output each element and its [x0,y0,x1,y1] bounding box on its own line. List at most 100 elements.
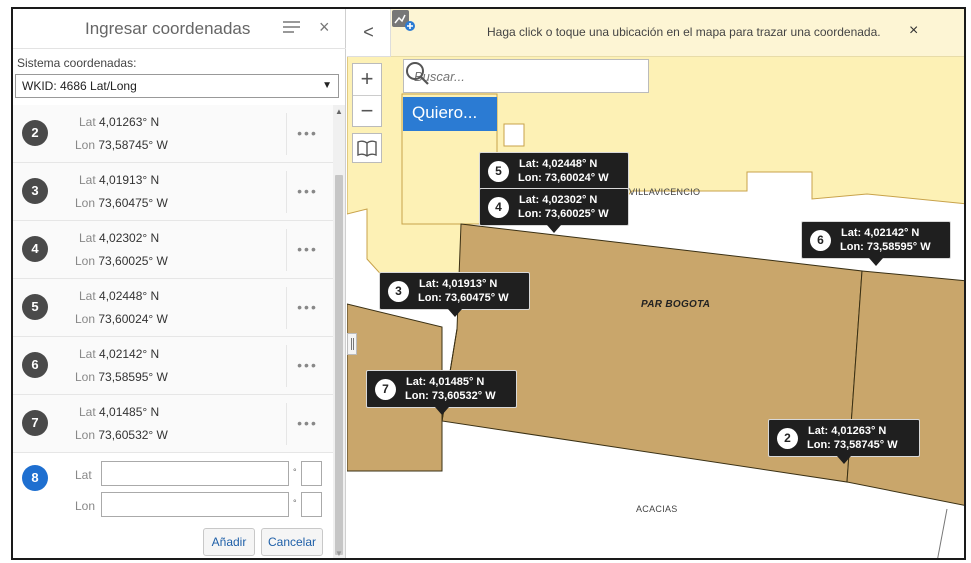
latitude-text: Lat 4,02448° N [79,289,160,303]
coordinate-system-value: WKID: 4686 Lat/Long [22,79,137,93]
longitude-text: Lon 73,60024° W [75,312,168,326]
close-banner-button[interactable]: × [909,22,918,40]
pin-longitude: Lon: 73,58595° W [840,241,931,253]
panel-splitter-handle[interactable] [347,333,357,355]
coordinate-row[interactable]: 4 Lat 4,02302° N Lon 73,60025° W ••• [13,221,333,279]
menu-icon[interactable] [283,21,300,35]
lon-input-label: Lon [75,499,96,513]
scroll-thumb[interactable] [335,175,343,555]
more-options-button[interactable]: ••• [286,171,328,213]
urban-gap [503,123,525,147]
cancel-button[interactable]: Cancelar [261,528,323,556]
map-view[interactable]: VILLAVICENCIO PAR BOGOTA ACACIAS < Haga … [347,9,964,558]
longitude-text: Lon 73,60532° W [75,428,168,442]
more-options-button[interactable]: ••• [286,345,328,387]
zoom-in-button[interactable]: + [353,64,381,95]
coordinate-row[interactable]: 5 Lat 4,02448° N Lon 73,60024° W ••• [13,279,333,337]
book-icon [357,140,377,157]
zoom-control: + − [352,63,382,127]
coordinate-system-select[interactable]: WKID: 4686 Lat/Long ▼ [15,74,339,98]
point-number-badge: 2 [22,120,48,146]
map-point-pin-5[interactable]: 5 Lat: 4,02448° N Lon: 73,60024° W [479,152,629,197]
pin-latitude: Lat: 4,01913° N [419,278,498,290]
pin-longitude: Lon: 73,60024° W [518,172,609,184]
coordinates-panel: Ingresar coordenadas × Sistema coordenad… [13,9,346,558]
pin-number: 3 [388,281,409,302]
latitude-text: Lat 4,02302° N [79,231,160,245]
coordinate-list: 2 Lat 4,01263° N Lon 73,58745° W ••• 3 L… [13,105,333,453]
longitude-text: Lon 73,58745° W [75,138,168,152]
map-point-pin-3[interactable]: 3 Lat: 4,01913° N Lon: 73,60475° W [379,272,530,317]
parcel-polygon-right [846,270,964,506]
longitude-hemisphere-field[interactable] [301,492,322,517]
point-number-badge: 3 [22,178,48,204]
pin-pointer [547,225,561,233]
pin-longitude: Lon: 73,58745° W [807,439,898,451]
search-box [403,59,649,93]
pin-number: 5 [488,161,509,182]
longitude-text: Lon 73,58595° W [75,370,168,384]
point-number-badge: 4 [22,236,48,262]
pin-latitude: Lat: 4,01485° N [406,376,485,388]
chevron-down-icon: ▼ [322,80,332,91]
pin-number: 4 [488,197,509,218]
new-point-number-badge: 8 [22,465,48,491]
coordinate-row[interactable]: 2 Lat 4,01263° N Lon 73,58745° W ••• [13,105,333,163]
map-instruction-text: Haga click o toque una ubicación en el m… [487,25,881,39]
pin-latitude: Lat: 4,02142° N [841,227,920,239]
add-button[interactable]: Añadir [203,528,255,556]
longitude-text: Lon 73,60475° W [75,196,168,210]
map-point-pin-7[interactable]: 7 Lat: 4,01485° N Lon: 73,60532° W [366,370,517,415]
longitude-input[interactable] [101,492,289,517]
coordinate-row[interactable]: 6 Lat 4,02142° N Lon 73,58595° W ••• [13,337,333,395]
map-label-acacias: ACACIAS [636,504,678,514]
latitude-input[interactable] [101,461,289,486]
close-panel-button[interactable]: × [319,17,330,38]
latitude-text: Lat 4,01485° N [79,405,160,419]
panel-title: Ingresar coordenadas [85,19,251,38]
pin-pointer [869,258,883,266]
search-input[interactable] [404,60,614,92]
pin-number: 6 [810,230,831,251]
map-label-par-bogota: PAR BOGOTA [641,299,711,310]
map-point-pin-6[interactable]: 6 Lat: 4,02142° N Lon: 73,58595° W [801,221,951,266]
more-options-button[interactable]: ••• [286,113,328,155]
point-number-badge: 6 [22,352,48,378]
pin-pointer [837,456,851,464]
zoom-out-button[interactable]: − [353,95,381,126]
pin-latitude: Lat: 4,02448° N [519,158,598,170]
point-number-badge: 5 [22,294,48,320]
coordinate-system-label: Sistema coordenadas: [17,56,137,70]
pin-number: 2 [777,428,798,449]
parcel-boundary [937,508,948,558]
add-point-icon [392,10,415,31]
latitude-hemisphere-field[interactable] [301,461,322,486]
degree-symbol: ° [293,498,297,508]
bookmarks-button[interactable] [352,133,382,163]
new-coordinate-form: 8 Lat ° Lon ° Añadir Cancelar [13,453,333,558]
coordinate-row[interactable]: 7 Lat 4,01485° N Lon 73,60532° W ••• [13,395,333,453]
panel-scrollbar[interactable]: ▲ ▼ [333,105,345,558]
pin-longitude: Lon: 73,60025° W [518,208,609,220]
map-instruction-banner: Haga click o toque una ubicación en el m… [391,9,964,57]
more-options-button[interactable]: ••• [286,229,328,271]
quiero-menu-button[interactable]: Quiero... [403,97,497,131]
pin-pointer [447,309,462,317]
coordinate-row[interactable]: 3 Lat 4,01913° N Lon 73,60475° W ••• [13,163,333,221]
point-number-badge: 7 [22,410,48,436]
pin-pointer [434,407,449,415]
map-label-villavicencio: VILLAVICENCIO [629,187,701,197]
map-point-pin-2[interactable]: 2 Lat: 4,01263° N Lon: 73,58745° W [768,419,920,464]
search-icon[interactable] [404,60,430,86]
app-frame: Ingresar coordenadas × Sistema coordenad… [11,7,966,560]
back-button[interactable]: < [347,9,391,57]
scroll-down-icon[interactable]: ▼ [335,549,343,558]
latitude-text: Lat 4,01913° N [79,173,160,187]
longitude-text: Lon 73,60025° W [75,254,168,268]
map-point-pin-4[interactable]: 4 Lat: 4,02302° N Lon: 73,60025° W [479,188,629,233]
panel-header: Ingresar coordenadas × [13,9,346,49]
scroll-up-icon[interactable]: ▲ [335,107,343,116]
pin-longitude: Lon: 73,60475° W [418,292,509,304]
more-options-button[interactable]: ••• [286,403,328,445]
more-options-button[interactable]: ••• [286,287,328,329]
